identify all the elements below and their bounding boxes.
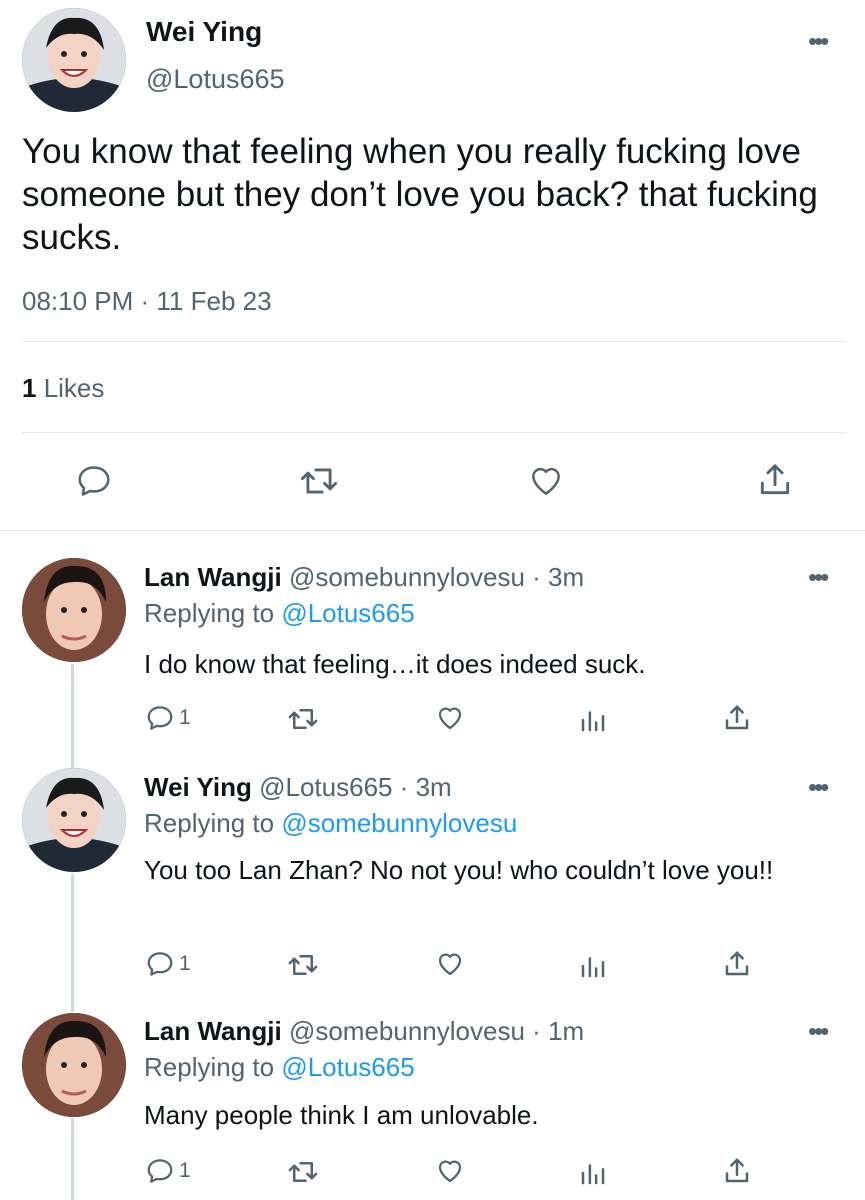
reply-action[interactable]: 1: [145, 1156, 191, 1186]
analytics-icon[interactable]: [578, 1158, 608, 1188]
divider: [22, 341, 846, 342]
author-name[interactable]: Lan Wangji: [144, 1016, 282, 1046]
divider: [22, 432, 846, 433]
replying-to: Replying to @somebunnylovesu: [144, 808, 517, 839]
reply-icon: [147, 1159, 173, 1183]
reply-header: Lan Wangji @somebunnylovesu · 3m: [144, 562, 584, 593]
likes-label: Likes: [36, 373, 105, 403]
heart-icon[interactable]: [526, 462, 566, 500]
reply-icon[interactable]: [75, 462, 113, 500]
author-name[interactable]: Wei Ying: [144, 772, 252, 802]
retweet-icon[interactable]: [286, 1157, 320, 1187]
reply-count: 1: [179, 1159, 191, 1182]
avatar[interactable]: [22, 768, 126, 872]
share-icon[interactable]: [756, 460, 794, 500]
replying-to: Replying to @Lotus665: [144, 598, 415, 629]
author-handle[interactable]: @Lotus665: [146, 64, 285, 95]
retweet-icon[interactable]: [286, 950, 320, 980]
reply-text: You too Lan Zhan? No not you! who couldn…: [144, 855, 774, 885]
replying-prefix: Replying to: [144, 1052, 282, 1082]
replying-to-handle[interactable]: @somebunnylovesu: [281, 808, 517, 838]
reply-header: Wei Ying @Lotus665 · 3m: [144, 772, 452, 803]
heart-icon[interactable]: [434, 949, 466, 979]
reply-action[interactable]: 1: [145, 703, 191, 733]
heart-icon[interactable]: [434, 1156, 466, 1186]
reply-count: 1: [179, 952, 191, 975]
retweet-icon[interactable]: [286, 704, 320, 734]
retweet-icon[interactable]: [298, 462, 340, 500]
avatar[interactable]: [22, 558, 126, 662]
thread-line: [71, 664, 74, 768]
more-icon[interactable]: •••: [808, 1018, 829, 1044]
more-icon[interactable]: •••: [808, 774, 829, 800]
avatar[interactable]: [22, 8, 126, 112]
author-name[interactable]: Wei Ying: [146, 16, 262, 48]
author-meta[interactable]: @Lotus665 · 3m: [259, 772, 452, 802]
likes-count: 1: [22, 373, 37, 403]
replying-to-handle[interactable]: @Lotus665: [281, 598, 414, 628]
reply-count: 1: [179, 706, 191, 729]
thread-line: [71, 874, 74, 1012]
likes-stat[interactable]: 1 Likes: [22, 373, 104, 404]
divider: [0, 530, 865, 531]
tweet-timestamp: 08:10 PM · 11 Feb 23: [22, 286, 272, 316]
share-icon[interactable]: [722, 1155, 752, 1187]
replying-to: Replying to @Lotus665: [144, 1052, 415, 1083]
reply-text: Many people think I am unlovable.: [144, 1100, 539, 1130]
replying-prefix: Replying to: [144, 598, 282, 628]
share-icon[interactable]: [722, 702, 752, 734]
reply-text: I do know that feeling…it does indeed su…: [144, 649, 646, 679]
share-icon[interactable]: [722, 948, 752, 980]
replying-to-handle[interactable]: @Lotus665: [281, 1052, 414, 1082]
replying-prefix: Replying to: [144, 808, 282, 838]
analytics-icon[interactable]: [578, 705, 608, 735]
author-meta[interactable]: @somebunnylovesu · 1m: [289, 1016, 584, 1046]
more-icon[interactable]: •••: [808, 28, 829, 54]
author-name[interactable]: Lan Wangji: [144, 562, 282, 592]
tweet-text: You know that feeling when you really fu…: [22, 132, 818, 257]
reply-icon: [147, 706, 173, 730]
more-icon[interactable]: •••: [808, 564, 829, 590]
thread-line: [71, 1118, 74, 1200]
avatar[interactable]: [22, 1013, 126, 1117]
reply-action[interactable]: 1: [145, 949, 191, 979]
heart-icon[interactable]: [434, 703, 466, 733]
reply-header: Lan Wangji @somebunnylovesu · 1m: [144, 1016, 584, 1047]
author-meta[interactable]: @somebunnylovesu · 3m: [289, 562, 584, 592]
analytics-icon[interactable]: [578, 951, 608, 981]
reply-icon: [147, 952, 173, 976]
